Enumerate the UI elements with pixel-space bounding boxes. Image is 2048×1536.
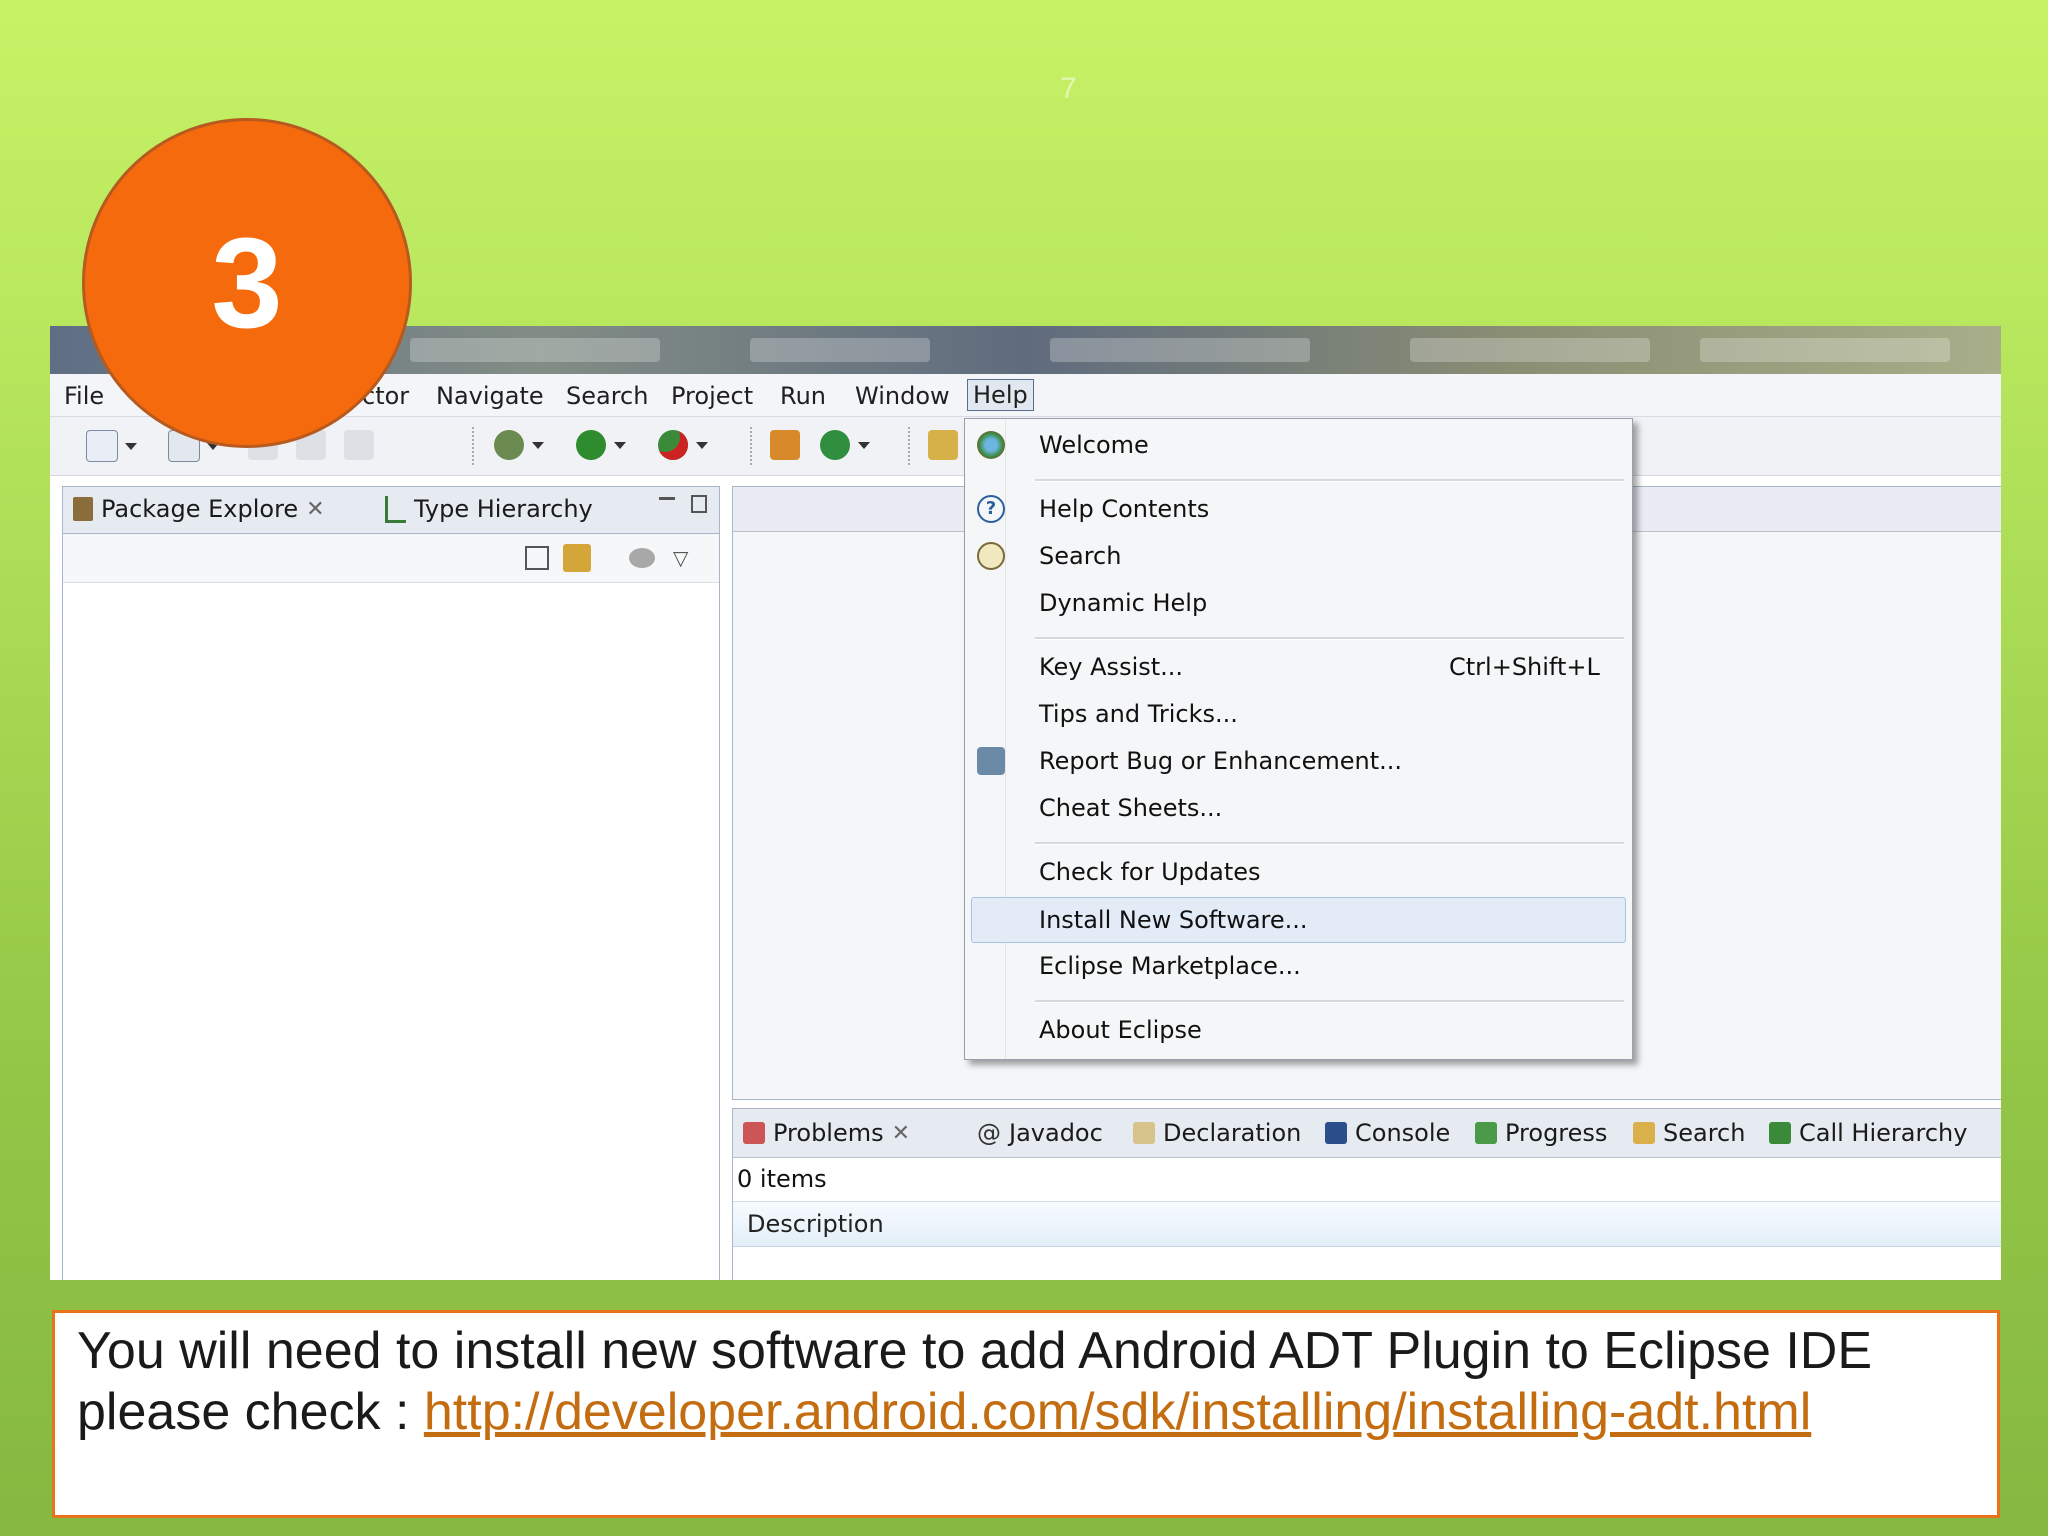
menu-item-eclipse-marketplace[interactable]: Eclipse Marketplace... <box>965 944 1632 988</box>
menu-item-help-contents[interactable]: ? Help Contents <box>965 487 1632 531</box>
menu-navigate[interactable]: Navigate <box>436 382 544 410</box>
tab-label: Search <box>1663 1119 1746 1147</box>
call-hierarchy-icon <box>1769 1122 1791 1144</box>
declaration-icon <box>1133 1122 1155 1144</box>
tab-label: Call Hierarchy <box>1799 1119 1968 1147</box>
filter-icon[interactable] <box>629 548 655 568</box>
menu-help[interactable]: Help <box>967 379 1034 411</box>
tab-label: Declaration <box>1163 1119 1302 1147</box>
tab-search[interactable]: Search <box>1633 1119 1745 1147</box>
new-icon[interactable] <box>86 430 137 462</box>
debug-icon[interactable] <box>494 430 544 460</box>
menu-item-dynamic-help[interactable]: Dynamic Help <box>965 581 1632 625</box>
menu-item-tips-and-tricks[interactable]: Tips and Tricks... <box>965 692 1632 736</box>
tab-console[interactable]: Console <box>1325 1119 1450 1147</box>
tab-problems[interactable]: Problems ✕ <box>743 1119 910 1147</box>
at-icon: @ <box>977 1119 1001 1147</box>
tab-package-explorer[interactable]: Package Explore ✕ <box>73 495 325 523</box>
instruction-caption: You will need to install new software to… <box>52 1310 2000 1518</box>
close-icon[interactable]: ✕ <box>892 1121 910 1146</box>
tab-declaration[interactable]: Declaration <box>1133 1119 1301 1147</box>
run-icon[interactable] <box>576 430 626 460</box>
tab-label: Type Hierarchy <box>414 495 593 523</box>
menu-item-report-bug[interactable]: Report Bug or Enhancement... <box>965 739 1632 783</box>
refresh-icon[interactable] <box>820 430 870 460</box>
tab-label: Console <box>1355 1119 1451 1147</box>
items-count: 0 items <box>737 1165 827 1193</box>
menu-run[interactable]: Run <box>780 382 826 410</box>
shortcut-text: Ctrl+Shift+L <box>1449 653 1600 681</box>
console-icon <box>1325 1122 1347 1144</box>
column-description[interactable]: Description <box>747 1210 884 1238</box>
search-icon <box>1633 1122 1655 1144</box>
menu-window[interactable]: Window <box>855 382 950 410</box>
collapse-all-icon[interactable] <box>525 546 549 570</box>
view-tab-strip: Package Explore ✕ Type Hierarchy <box>63 487 719 534</box>
menu-project[interactable]: Project <box>671 382 753 410</box>
menu-item-cheat-sheets[interactable]: Cheat Sheets... <box>965 786 1632 830</box>
view-toolbar: ▽ <box>63 534 719 583</box>
menu-item-welcome[interactable]: Welcome <box>965 423 1632 467</box>
tab-progress[interactable]: Progress <box>1475 1119 1607 1147</box>
package-explorer-view: Package Explore ✕ Type Hierarchy ▽ <box>62 486 720 1280</box>
print-icon[interactable] <box>344 430 374 460</box>
link-editor-icon[interactable] <box>563 544 591 572</box>
menu-item-install-new-software[interactable]: Install New Software... <box>971 897 1626 943</box>
menu-item-check-for-updates[interactable]: Check for Updates <box>965 850 1632 894</box>
external-tools-icon[interactable] <box>658 430 708 460</box>
minimize-icon[interactable] <box>659 497 675 500</box>
welcome-icon <box>977 431 1005 459</box>
menu-item-key-assist[interactable]: Key Assist... Ctrl+Shift+L <box>965 645 1632 689</box>
close-icon[interactable]: ✕ <box>306 497 324 522</box>
menu-item-about-eclipse[interactable]: About Eclipse <box>965 1008 1632 1052</box>
progress-icon <box>1475 1122 1497 1144</box>
menu-file[interactable]: File <box>64 382 104 410</box>
package-icon <box>73 497 93 521</box>
slide-number: 7 <box>1060 72 1077 105</box>
tab-type-hierarchy[interactable]: Type Hierarchy <box>385 495 593 523</box>
search-icon <box>977 542 1005 570</box>
tab-label: Problems <box>773 1119 884 1147</box>
bottom-tab-strip: Problems ✕ @ Javadoc Declaration Console… <box>733 1109 2001 1158</box>
tab-label: Progress <box>1505 1119 1608 1147</box>
tab-call-hierarchy[interactable]: Call Hierarchy <box>1769 1119 1967 1147</box>
build-icon[interactable] <box>770 430 800 460</box>
view-menu-icon[interactable]: ▽ <box>673 546 688 570</box>
table-header: Description <box>733 1201 2001 1247</box>
help-icon: ? <box>977 495 1005 523</box>
tab-label: Javadoc <box>1009 1119 1103 1147</box>
maximize-icon[interactable] <box>691 495 707 513</box>
bottom-panel: Problems ✕ @ Javadoc Declaration Console… <box>732 1108 2001 1280</box>
tab-javadoc[interactable]: @ Javadoc <box>977 1119 1103 1147</box>
help-dropdown-menu: Welcome ? Help Contents Search Dynamic H… <box>964 418 1633 1060</box>
adt-install-link[interactable]: http://developer.android.com/sdk/install… <box>424 1383 1811 1441</box>
step-number-badge: 3 <box>82 118 412 448</box>
tab-label: Package Explore <box>101 495 299 523</box>
problems-icon <box>743 1122 765 1144</box>
menu-item-search[interactable]: Search <box>965 534 1632 578</box>
open-folder-icon[interactable] <box>928 430 958 460</box>
menu-search[interactable]: Search <box>566 382 648 410</box>
bug-icon <box>977 747 1005 775</box>
hierarchy-icon <box>385 495 406 523</box>
